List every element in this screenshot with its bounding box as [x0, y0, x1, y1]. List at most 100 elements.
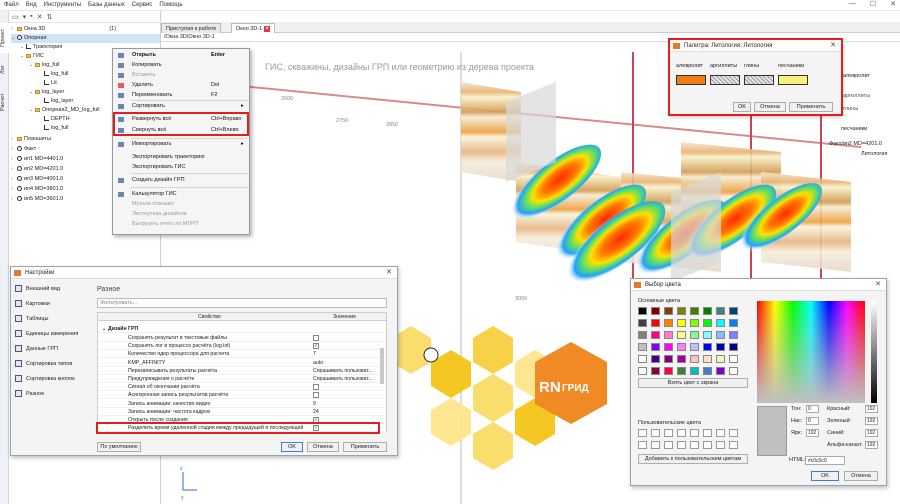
basic-color-cell[interactable] — [716, 343, 725, 351]
custom-color-cell[interactable] — [651, 441, 660, 449]
basic-color-cell[interactable] — [729, 319, 738, 327]
basic-color-cell[interactable] — [729, 331, 738, 339]
color-cancel-button[interactable]: Отмена — [844, 471, 878, 481]
settings-row[interactable]: Асинхронная запись результатов расчёта — [98, 391, 386, 400]
checkbox[interactable]: ✓ — [313, 342, 319, 349]
menu-view[interactable]: Вид — [26, 2, 37, 8]
settings-row[interactable]: Сохранять лог в процессе расчёта (log.tx… — [98, 342, 386, 351]
save-icon[interactable]: ▪ — [30, 13, 32, 20]
menu-item[interactable]: Создать дизайн ГРП — [113, 176, 249, 185]
settings-row[interactable]: Перезаписывать результаты расчёта Спрашив… — [98, 367, 386, 375]
side-tab-project[interactable]: Проект — [0, 23, 9, 53]
minimize-icon[interactable]: — — [849, 0, 856, 8]
basic-color-cell[interactable] — [638, 331, 647, 339]
checkbox[interactable] — [313, 392, 319, 399]
basic-color-cell[interactable] — [716, 319, 725, 327]
tab-3d-window[interactable]: Окно 3D-1 ✕ — [231, 23, 276, 33]
basic-color-cell[interactable] — [703, 343, 712, 351]
custom-color-cell[interactable] — [703, 441, 712, 449]
custom-color-cell[interactable] — [638, 441, 647, 449]
settings-nav-item[interactable]: Данные ГРП — [15, 344, 58, 355]
basic-color-cell[interactable] — [664, 367, 673, 375]
basic-color-cell[interactable] — [677, 307, 686, 315]
color-field-spinbox[interactable]: 192 — [865, 405, 878, 413]
menu-service[interactable]: Сервис — [132, 2, 153, 8]
menu-item[interactable]: Копировать — [113, 61, 249, 70]
expand-toggle-icon[interactable]: › — [11, 155, 17, 164]
basic-color-cell[interactable] — [716, 355, 725, 363]
close-icon[interactable]: ✕ — [386, 267, 392, 279]
brightness-slider[interactable] — [871, 301, 877, 403]
basic-color-cell[interactable] — [703, 331, 712, 339]
settings-row[interactable]: Сигнал об окончании расчёта — [98, 383, 386, 392]
tab-getting-started[interactable]: Приступая к работе — [161, 23, 222, 33]
custom-color-cell[interactable] — [690, 441, 699, 449]
expand-toggle-icon[interactable]: › — [11, 195, 17, 204]
basic-color-cell[interactable] — [729, 367, 738, 375]
settings-nav-item[interactable]: Внешний вид — [15, 284, 60, 295]
basic-color-cell[interactable] — [664, 331, 673, 339]
basic-color-cell[interactable] — [664, 319, 673, 327]
basic-color-cell[interactable] — [729, 343, 738, 351]
custom-color-cell[interactable] — [716, 429, 725, 437]
custom-color-cell[interactable] — [651, 429, 660, 437]
settings-row[interactable]: Запись анимации: качество видео 9 — [98, 400, 386, 408]
menu-item[interactable]: Открыть Enter — [113, 51, 249, 60]
menu-item[interactable]: Экспортировать ГИС — [113, 163, 249, 172]
basic-color-cell[interactable] — [703, 367, 712, 375]
color-field-spinbox[interactable]: 192 — [865, 441, 878, 449]
expand-toggle-icon[interactable]: › — [11, 175, 17, 184]
expand-toggle-icon[interactable]: ⌄ — [11, 34, 17, 43]
basic-color-cell[interactable] — [638, 355, 647, 363]
scrollbar[interactable] — [380, 348, 384, 384]
side-tab-calc[interactable]: Расчет — [0, 87, 9, 117]
basic-color-cell[interactable] — [716, 307, 725, 315]
custom-color-cell[interactable] — [677, 429, 686, 437]
menu-help[interactable]: Помощь — [159, 2, 182, 8]
delete-icon[interactable]: ✕ — [37, 13, 43, 21]
basic-color-cell[interactable] — [651, 331, 660, 339]
setting-value[interactable] — [313, 334, 373, 342]
basic-color-cell[interactable] — [651, 355, 660, 363]
tree-item[interactable]: ⌄ Опорная — [11, 34, 160, 43]
color-ok-button[interactable]: OK — [811, 471, 839, 481]
group-row[interactable]: ⌄ Дизайн ГРП — [98, 325, 386, 333]
basic-color-cell[interactable] — [677, 331, 686, 339]
expand-toggle-icon[interactable]: › — [11, 185, 17, 194]
menu-item[interactable]: Калькулятор ГИС — [113, 190, 249, 199]
basic-color-cell[interactable] — [677, 319, 686, 327]
basic-color-cell[interactable] — [690, 355, 699, 363]
settings-nav-item[interactable]: Картожки — [15, 299, 50, 310]
settings-row[interactable]: KMP_AFFINITY auto — [98, 359, 386, 367]
sort-icon[interactable]: ⇅ — [47, 13, 53, 21]
expand-toggle-icon[interactable]: › — [11, 165, 17, 174]
basic-color-cell[interactable] — [677, 367, 686, 375]
menu-item[interactable]: Переименовать F2 — [113, 91, 249, 100]
settings-row[interactable]: Количество ядер процессора для расчета 7 — [98, 350, 386, 359]
color-field-spinbox[interactable]: 192 — [806, 429, 819, 437]
setting-value[interactable] — [313, 391, 373, 399]
basic-color-cell[interactable] — [638, 343, 647, 351]
menu-item[interactable]: Импортировать ▸ — [113, 140, 249, 149]
close-icon[interactable]: ✕ — [890, 0, 896, 8]
basic-color-cell[interactable] — [690, 367, 699, 375]
settings-row[interactable]: Сохранять результат в текстовые файлы — [98, 334, 386, 342]
tree-item[interactable]: › Окна 3D (1) — [11, 25, 160, 34]
setting-value[interactable]: ✓ — [313, 342, 373, 350]
basic-color-cell[interactable] — [677, 355, 686, 363]
basic-color-cell[interactable] — [690, 319, 699, 327]
basic-color-cell[interactable] — [651, 319, 660, 327]
checkbox[interactable] — [313, 334, 319, 341]
hue-saturation-field[interactable] — [757, 301, 865, 403]
custom-color-cell[interactable] — [729, 429, 738, 437]
html-color-input[interactable]: #c0c0c0 — [805, 456, 845, 465]
basic-color-cell[interactable] — [664, 343, 673, 351]
tab-close-icon[interactable]: ✕ — [263, 26, 271, 32]
setting-value[interactable] — [313, 383, 373, 391]
checkbox[interactable] — [313, 383, 319, 390]
basic-color-cell[interactable] — [664, 307, 673, 315]
basic-color-cell[interactable] — [651, 307, 660, 315]
color-field-spinbox[interactable]: 192 — [865, 417, 878, 425]
settings-nav-item[interactable]: Разное — [15, 389, 44, 400]
basic-color-cell[interactable] — [703, 319, 712, 327]
